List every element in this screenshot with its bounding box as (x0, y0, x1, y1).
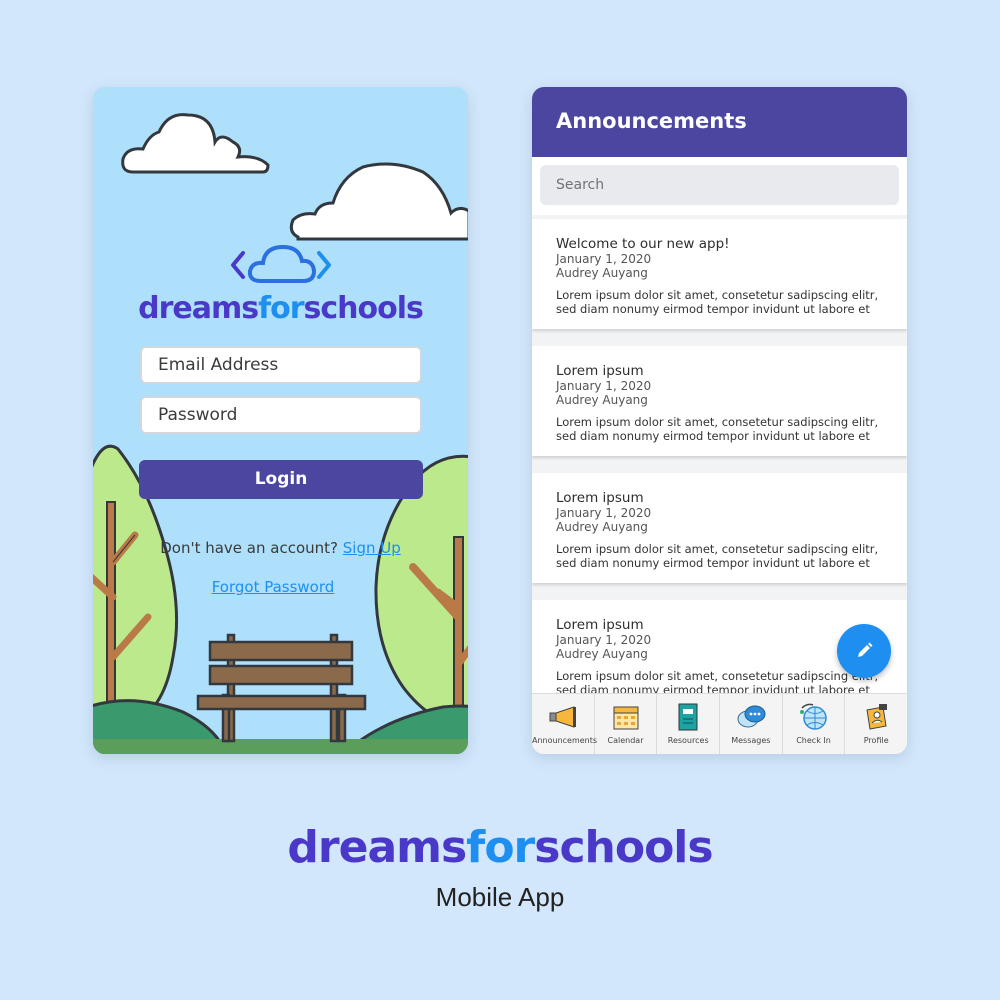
cloud-right (289, 162, 468, 241)
announcement-date: January 1, 2020 (556, 252, 652, 266)
cloud-top-left (121, 113, 270, 174)
app-header: Announcements (532, 87, 907, 157)
announcement-title: Lorem ipsum (556, 490, 644, 506)
announcement-title: Welcome to our new app! (556, 236, 730, 252)
announcement-card[interactable]: Lorem ipsum January 1, 2020 Audrey Auyan… (532, 346, 907, 456)
announcement-body: Lorem ipsum dolor sit amet, consetetur s… (556, 288, 879, 316)
ground (93, 739, 468, 754)
globe-check-icon (799, 703, 827, 730)
announcements-screen: Announcements Search Welcome to our new … (532, 87, 907, 754)
cloud-code-logo-icon (231, 244, 331, 283)
announcement-title: Lorem ipsum (556, 617, 644, 633)
profile-badge-icon (866, 704, 888, 730)
announcement-author: Audrey Auyang (556, 520, 648, 534)
tab-calendar[interactable]: Calendar (595, 694, 658, 754)
announcement-date: January 1, 2020 (556, 379, 652, 393)
chat-bubble-icon (737, 705, 766, 728)
announcement-body: Lorem ipsum dolor sit amet, consetetur s… (556, 542, 879, 570)
password-field[interactable]: Password (140, 396, 422, 434)
search-bar: Search (532, 157, 907, 215)
announcement-author: Audrey Auyang (556, 647, 648, 661)
megaphone-icon (549, 706, 576, 728)
announcement-card[interactable]: Welcome to our new app! January 1, 2020 … (532, 219, 907, 329)
announcement-card[interactable]: Lorem ipsum January 1, 2020 Audrey Auyan… (532, 473, 907, 583)
forgot-password-link[interactable]: Forgot Password (93, 578, 453, 596)
tab-resources[interactable]: Resources (657, 694, 721, 754)
bench-illustration (196, 633, 367, 743)
pencil-icon (858, 642, 873, 657)
tab-label: Calendar (607, 736, 644, 745)
tab-label: Announcements (532, 736, 598, 745)
announcement-body: Lorem ipsum dolor sit amet, consetetur s… (556, 669, 879, 693)
new-announcement-button[interactable] (837, 624, 891, 678)
email-field[interactable]: Email Address (140, 346, 422, 384)
announcement-date: January 1, 2020 (556, 633, 652, 647)
sign-up-link[interactable]: Sign Up (343, 539, 401, 557)
brand-logo-text: dreamsforschools (138, 291, 424, 326)
announcement-list: Welcome to our new app! January 1, 2020 … (532, 217, 907, 693)
tab-announcements[interactable]: Announcements (532, 694, 598, 754)
tab-label: Resources (667, 736, 709, 745)
calendar-icon (613, 706, 638, 730)
book-icon (678, 703, 698, 731)
tab-check-in[interactable]: Check In (783, 694, 846, 754)
announcement-title: Lorem ipsum (556, 363, 644, 379)
tab-label: Check In (796, 736, 831, 745)
tab-messages[interactable]: Messages (720, 694, 783, 754)
tab-label: Messages (731, 736, 771, 745)
announcement-body: Lorem ipsum dolor sit amet, consetetur s… (556, 415, 879, 443)
tab-label: Profile (863, 736, 889, 745)
login-screen: dreamsforschools Email Address Password … (93, 87, 468, 754)
announcement-author: Audrey Auyang (556, 393, 648, 407)
announcement-date: January 1, 2020 (556, 506, 652, 520)
page-title: Announcements (556, 109, 747, 133)
signup-prompt: Don't have an account? Sign Up (93, 539, 468, 557)
announcement-author: Audrey Auyang (556, 266, 648, 280)
tab-profile[interactable]: Profile (845, 694, 907, 754)
footer-brand-logo: dreamsforschools (287, 822, 713, 873)
search-input[interactable]: Search (540, 165, 899, 205)
no-account-text: Don't have an account? (160, 539, 338, 557)
login-button[interactable]: Login (139, 460, 423, 499)
bottom-tab-bar: Announcements Calendar Resources Message… (532, 693, 907, 754)
footer-subtitle: Mobile App (435, 882, 565, 912)
